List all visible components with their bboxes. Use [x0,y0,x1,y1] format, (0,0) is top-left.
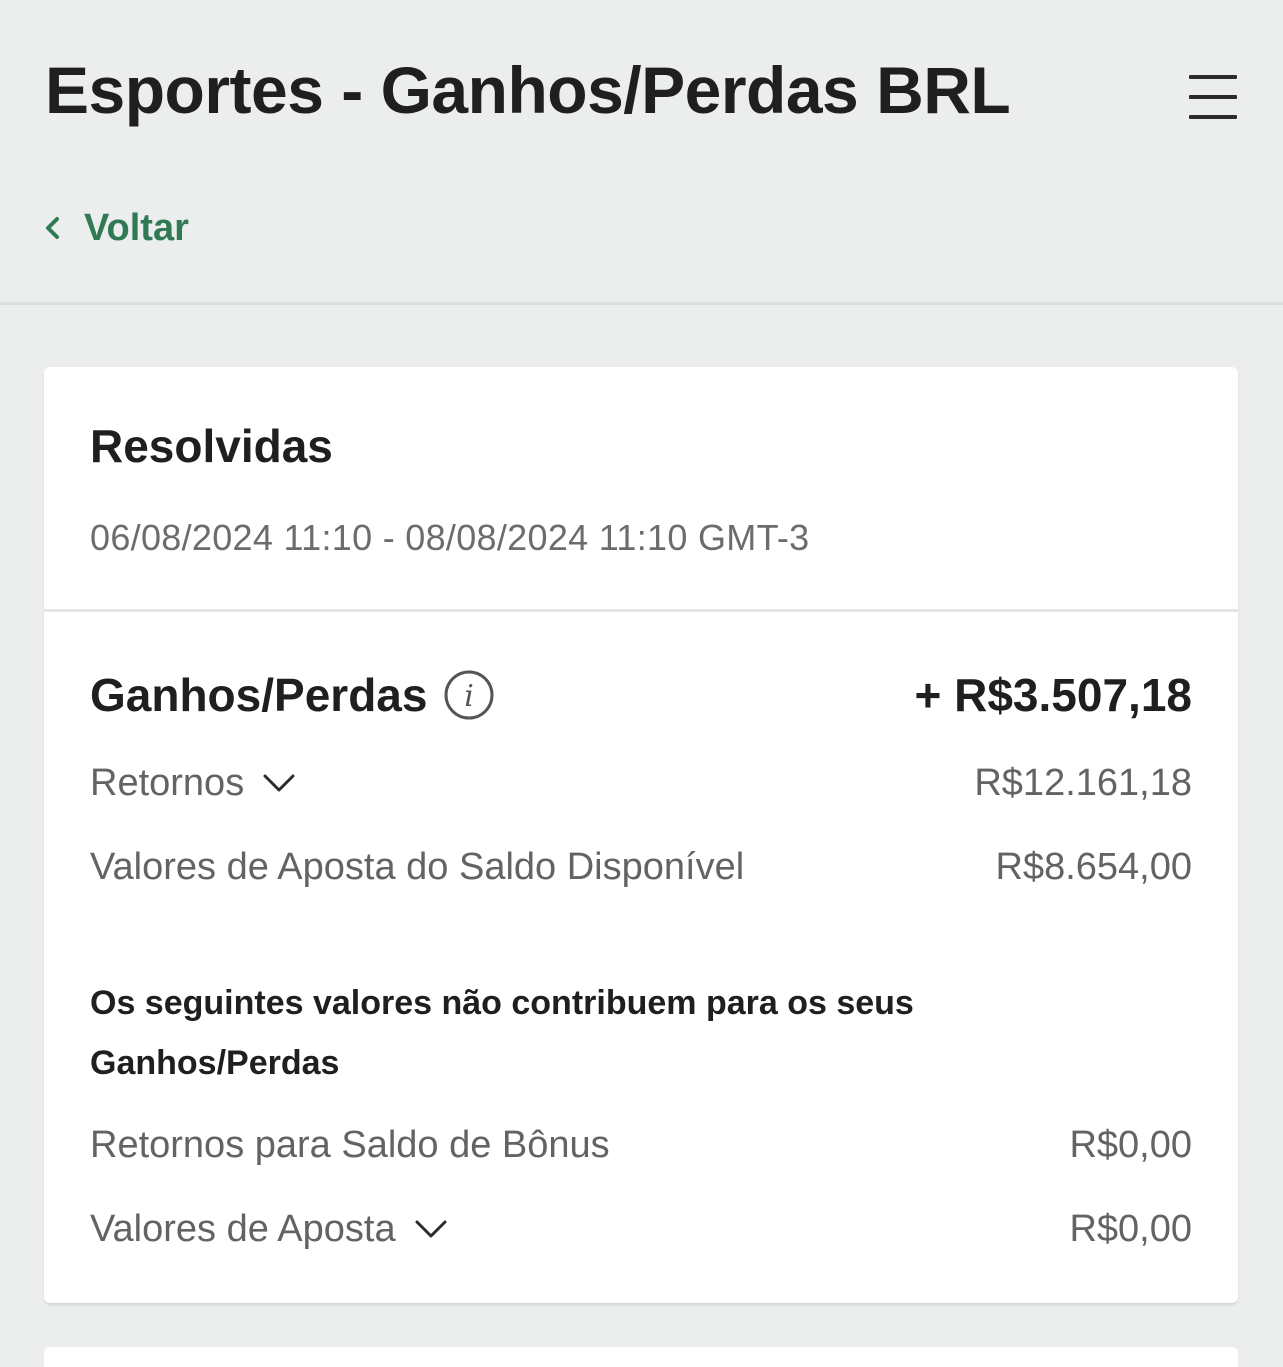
chevron-left-icon [46,217,59,239]
back-label: Voltar [84,206,189,249]
total-row: Ganhos/Perdas i + R$3.507,18 [90,667,1192,723]
chevron-down-icon[interactable] [262,773,296,793]
bonus-returns-row: Retornos para Saldo de Bônus R$0,00 [90,1121,1192,1169]
total-value: + R$3.507,18 [914,669,1192,721]
returns-value: R$12.161,18 [974,761,1192,804]
stake-values-label: Valores de Aposta [90,1207,396,1250]
hamburger-menu-icon[interactable] [1183,70,1245,126]
info-icon[interactable]: i [443,669,495,721]
next-card-edge [44,1347,1238,1367]
date-range: 06/08/2024 11:10 - 08/08/2024 11:10 GMT-… [90,517,810,558]
card-title: Resolvidas [90,420,333,472]
stake-values-value: R$0,00 [1069,1207,1192,1250]
bonus-returns-label: Retornos para Saldo de Bônus [90,1123,610,1166]
returns-row[interactable]: Retornos R$12.161,18 [90,759,1192,807]
stake-available-label: Valores de Aposta do Saldo Disponível [90,845,745,888]
results-card: Resolvidas 06/08/2024 11:10 - 08/08/2024… [44,367,1238,1303]
page-title: Esportes - Ganhos/Perdas BRL [45,53,1011,127]
returns-label: Retornos [90,761,245,804]
chevron-down-icon[interactable] [414,1219,448,1239]
stake-values-row[interactable]: Valores de Aposta R$0,00 [90,1205,1192,1253]
total-label: Ganhos/Perdas [90,669,428,721]
bonus-returns-value: R$0,00 [1069,1123,1192,1166]
page-header: Esportes - Ganhos/Perdas BRL Voltar [0,0,1283,305]
svg-text:i: i [465,679,475,714]
stake-available-row: Valores de Aposta do Saldo Disponível R$… [90,843,1192,891]
divider [44,609,1238,612]
back-button[interactable]: Voltar [42,203,189,253]
excluded-note: Os seguintes valores não contribuem para… [90,984,914,1082]
stake-available-value: R$8.654,00 [995,845,1193,888]
